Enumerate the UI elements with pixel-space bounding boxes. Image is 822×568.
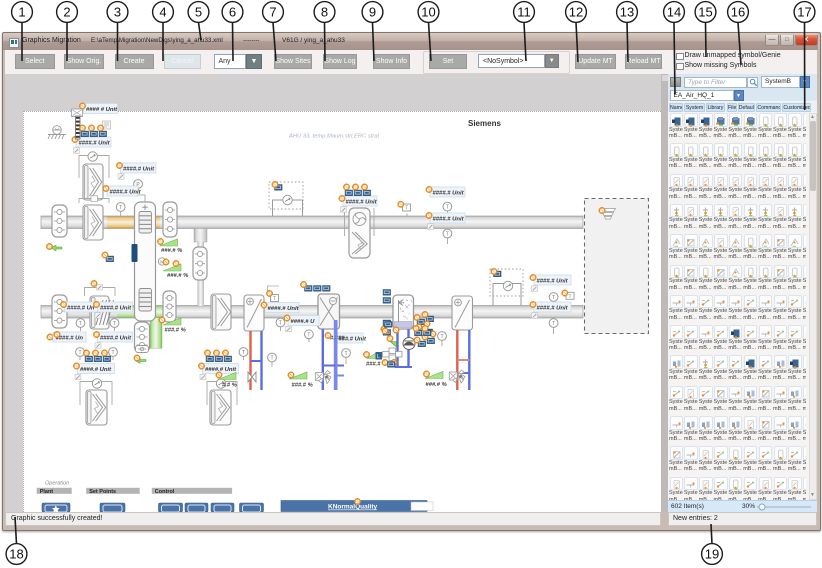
svg-text:2: 2	[63, 5, 70, 20]
svg-text:####.# Unit: ####.# Unit	[80, 367, 112, 373]
svg-text:####.# Unit: ####.# Unit	[110, 190, 142, 196]
svg-text:Set Points: Set Points	[89, 489, 116, 495]
svg-text:####.# Unit: ####.# Unit	[537, 306, 569, 312]
svg-text:12: 12	[569, 5, 583, 20]
svg-text:####.# Unit: ####.# Unit	[205, 367, 237, 373]
svg-text:KNormalQuality: KNormalQuality	[328, 504, 378, 511]
svg-text:T: T	[273, 296, 276, 302]
svg-text:17: 17	[797, 5, 811, 20]
svg-text:###.# %: ###.# %	[165, 328, 186, 334]
svg-text:18: 18	[9, 547, 23, 562]
svg-text:#.# %: #.# %	[222, 383, 237, 389]
svg-text:1: 1	[18, 5, 25, 20]
svg-text:AHU 33, temp.Maum.strl,ERC str: AHU 33, temp.Maum.strl,ERC strat	[288, 134, 380, 140]
svg-text:####.# Unit: ####.# Unit	[346, 200, 378, 206]
svg-text:####.# Unit: ####.# Unit	[79, 141, 111, 147]
svg-text:19: 19	[705, 547, 719, 562]
svg-text:Operation: Operation	[45, 481, 69, 487]
svg-text:Siemens: Siemens	[468, 119, 501, 128]
svg-text:14: 14	[667, 5, 681, 20]
svg-text:T: T	[568, 294, 571, 300]
svg-text:T: T	[405, 206, 408, 212]
svg-text:Control: Control	[155, 489, 175, 495]
svg-text:#### # Unit: #### # Unit	[86, 107, 118, 113]
svg-text:####.# Unit: ####.# Unit	[433, 217, 465, 223]
svg-text:16: 16	[731, 5, 745, 20]
svg-text:11: 11	[517, 5, 531, 20]
svg-text:###.#: ###.#	[366, 362, 381, 368]
svg-text:8: 8	[321, 5, 328, 20]
svg-text:7: 7	[269, 5, 276, 20]
svg-text:###.# %: ###.# %	[167, 273, 188, 279]
svg-text:4: 4	[159, 5, 166, 20]
svg-text:#.###: #.###	[330, 336, 345, 342]
svg-text:10: 10	[421, 5, 435, 20]
svg-text:9: 9	[369, 5, 376, 20]
svg-text:Plant: Plant	[40, 489, 54, 495]
svg-text:####.# Unit: ####.# Unit	[100, 336, 132, 342]
svg-text:####.# Unit: ####.# Unit	[268, 306, 300, 312]
svg-text:5: 5	[195, 5, 202, 20]
svg-text:####.# Unit: ####.# Unit	[433, 191, 465, 197]
svg-text:###.# %: ###.# %	[426, 382, 447, 388]
svg-text:13: 13	[620, 5, 634, 20]
svg-text:####.# Un: ####.# Un	[67, 306, 95, 312]
svg-text:15: 15	[698, 5, 712, 20]
svg-text:####.# Unit: ####.# Unit	[100, 306, 132, 312]
svg-text:####.# Unit: ####.# Unit	[123, 167, 155, 173]
svg-text:6: 6	[229, 5, 236, 20]
svg-text:L: L	[377, 354, 380, 360]
svg-text:###.# %: ###.# %	[161, 248, 182, 254]
svg-text:3: 3	[114, 5, 121, 20]
svg-text:####.# Unit: ####.# Unit	[537, 279, 569, 285]
svg-text:####.# U: ####.# U	[291, 319, 316, 325]
svg-text:###.# %: ###.# %	[292, 383, 313, 389]
